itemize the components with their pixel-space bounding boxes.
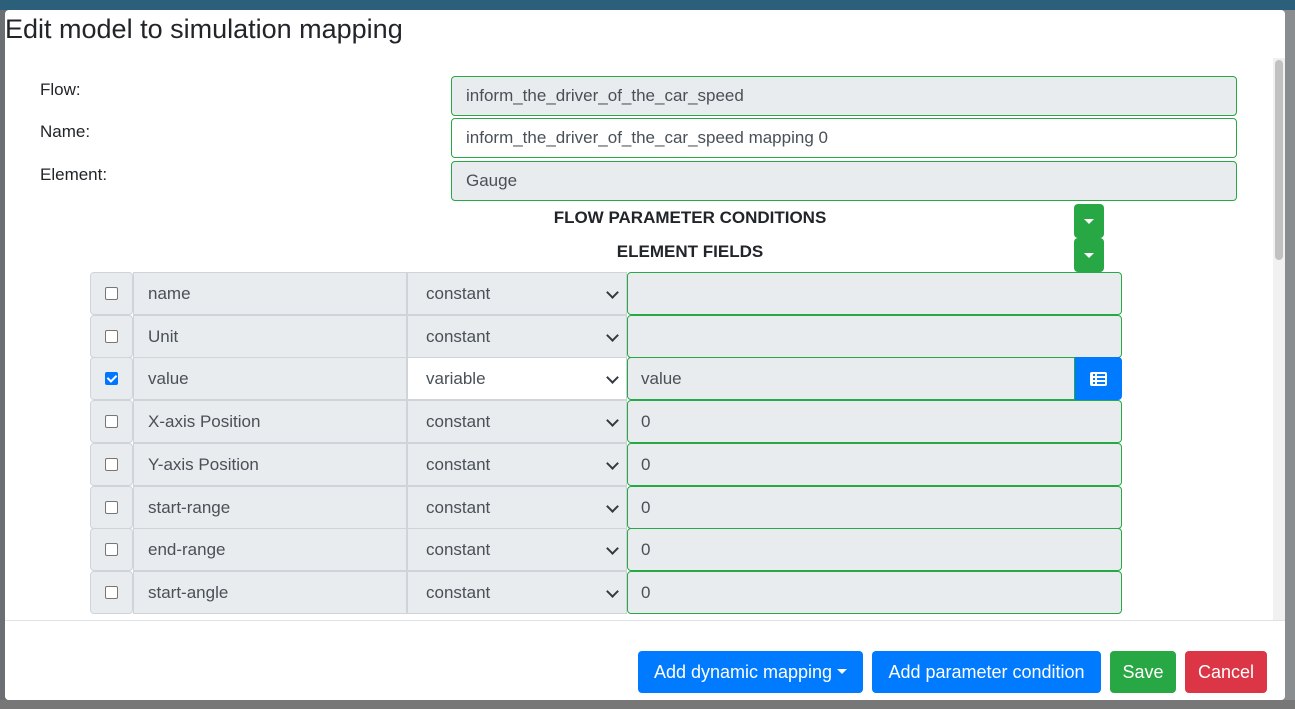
modal-title: Edit model to simulation mapping: [5, 14, 403, 44]
field-row: start-range constant 0: [90, 486, 1122, 529]
field-name: end-range: [133, 528, 407, 571]
field-name: Y-axis Position: [133, 443, 407, 486]
background-app-footer: [0, 700, 1295, 709]
select-variable-button[interactable]: [1075, 357, 1122, 400]
caret-down-icon: [1084, 252, 1094, 258]
cancel-button[interactable]: Cancel: [1185, 651, 1267, 693]
add-parameter-condition-button[interactable]: Add parameter condition: [872, 651, 1101, 693]
caret-down-icon: [1084, 218, 1094, 224]
field-name: X-axis Position: [133, 400, 407, 443]
field-type-select[interactable]: constant: [407, 315, 627, 358]
add-dynamic-mapping-button[interactable]: Add dynamic mapping: [638, 651, 863, 693]
field-checkbox-cell: [90, 486, 133, 529]
field-type-select[interactable]: constant: [407, 272, 627, 315]
element-label: Element:: [40, 165, 108, 184]
modal-scrollbar-thumb[interactable]: [1275, 60, 1283, 260]
field-type-select[interactable]: constant: [407, 571, 627, 614]
field-checkbox[interactable]: [105, 586, 118, 599]
field-value-input[interactable]: value: [627, 357, 1075, 400]
chevron-down-icon: [606, 329, 619, 342]
chevron-down-icon: [606, 542, 619, 555]
field-row: start-angle constant 0: [90, 571, 1122, 614]
field-name: start-angle: [133, 571, 407, 614]
field-type-value: constant: [426, 327, 491, 346]
flow-field: inform_the_driver_of_the_car_speed: [451, 76, 1237, 116]
field-name: Unit: [133, 315, 407, 358]
add-dynamic-mapping-label: Add dynamic mapping: [653, 662, 833, 682]
field-checkbox-cell: [90, 528, 133, 571]
element-field: Gauge: [451, 161, 1237, 201]
field-checkbox[interactable]: [105, 543, 118, 556]
field-row: X-axis Position constant 0: [90, 400, 1122, 443]
flow-label: Flow:: [40, 80, 81, 99]
field-value-input[interactable]: 0: [627, 486, 1122, 529]
element-fields-toggle[interactable]: [1074, 238, 1104, 272]
field-value-input[interactable]: [627, 272, 1122, 315]
field-type-value: constant: [426, 455, 491, 474]
name-field[interactable]: inform_the_driver_of_the_car_speed mappi…: [451, 118, 1237, 158]
field-checkbox[interactable]: [105, 458, 118, 471]
field-checkbox[interactable]: [105, 287, 118, 300]
field-value-input[interactable]: 0: [627, 528, 1122, 571]
field-checkbox-cell: [90, 357, 133, 400]
field-type-value: constant: [426, 583, 491, 602]
field-checkbox[interactable]: [105, 330, 118, 343]
field-checkbox-cell: [90, 272, 133, 315]
field-type-select[interactable]: variable: [407, 357, 627, 400]
field-type-value: constant: [426, 498, 491, 517]
chevron-down-icon: [606, 371, 619, 384]
field-checkbox-cell: [90, 315, 133, 358]
edit-mapping-modal: Edit model to simulation mapping Flow: i…: [5, 10, 1285, 700]
field-row: Y-axis Position constant 0: [90, 443, 1122, 486]
field-value-input[interactable]: 0: [627, 400, 1122, 443]
field-name: start-range: [133, 486, 407, 529]
chevron-down-icon: [606, 286, 619, 299]
field-value-input[interactable]: 0: [627, 571, 1122, 614]
field-checkbox[interactable]: [105, 501, 118, 514]
name-label: Name:: [40, 122, 91, 141]
list-icon: [1090, 371, 1107, 386]
chevron-down-icon: [606, 414, 619, 427]
chevron-down-icon: [606, 457, 619, 470]
modal-footer: Add dynamic mapping Add parameter condit…: [5, 620, 1285, 700]
background-app-header: [0, 0, 1295, 10]
field-name: name: [133, 272, 407, 315]
field-value-input[interactable]: [627, 315, 1122, 358]
field-row: value variable value: [90, 357, 1122, 400]
field-checkbox-cell: [90, 571, 133, 614]
field-checkbox[interactable]: [105, 372, 118, 385]
chevron-down-icon: [606, 585, 619, 598]
field-checkbox-cell: [90, 443, 133, 486]
field-checkbox-cell: [90, 400, 133, 443]
field-type-select[interactable]: constant: [407, 528, 627, 571]
field-row: name constant: [90, 272, 1122, 315]
caret-down-icon: [837, 668, 848, 674]
field-type-select[interactable]: constant: [407, 443, 627, 486]
field-row: end-range constant 0: [90, 528, 1122, 571]
field-type-select[interactable]: constant: [407, 400, 627, 443]
field-type-value: constant: [426, 540, 491, 559]
field-type-select[interactable]: constant: [407, 486, 627, 529]
save-button[interactable]: Save: [1110, 651, 1176, 693]
field-value-input[interactable]: 0: [627, 443, 1122, 486]
field-row: Unit constant: [90, 315, 1122, 358]
flow-parameter-conditions-toggle[interactable]: [1074, 204, 1104, 238]
field-checkbox[interactable]: [105, 415, 118, 428]
field-type-value: variable: [426, 369, 486, 388]
field-type-value: constant: [426, 284, 491, 303]
field-type-value: constant: [426, 412, 491, 431]
chevron-down-icon: [606, 500, 619, 513]
field-name: value: [133, 357, 407, 400]
